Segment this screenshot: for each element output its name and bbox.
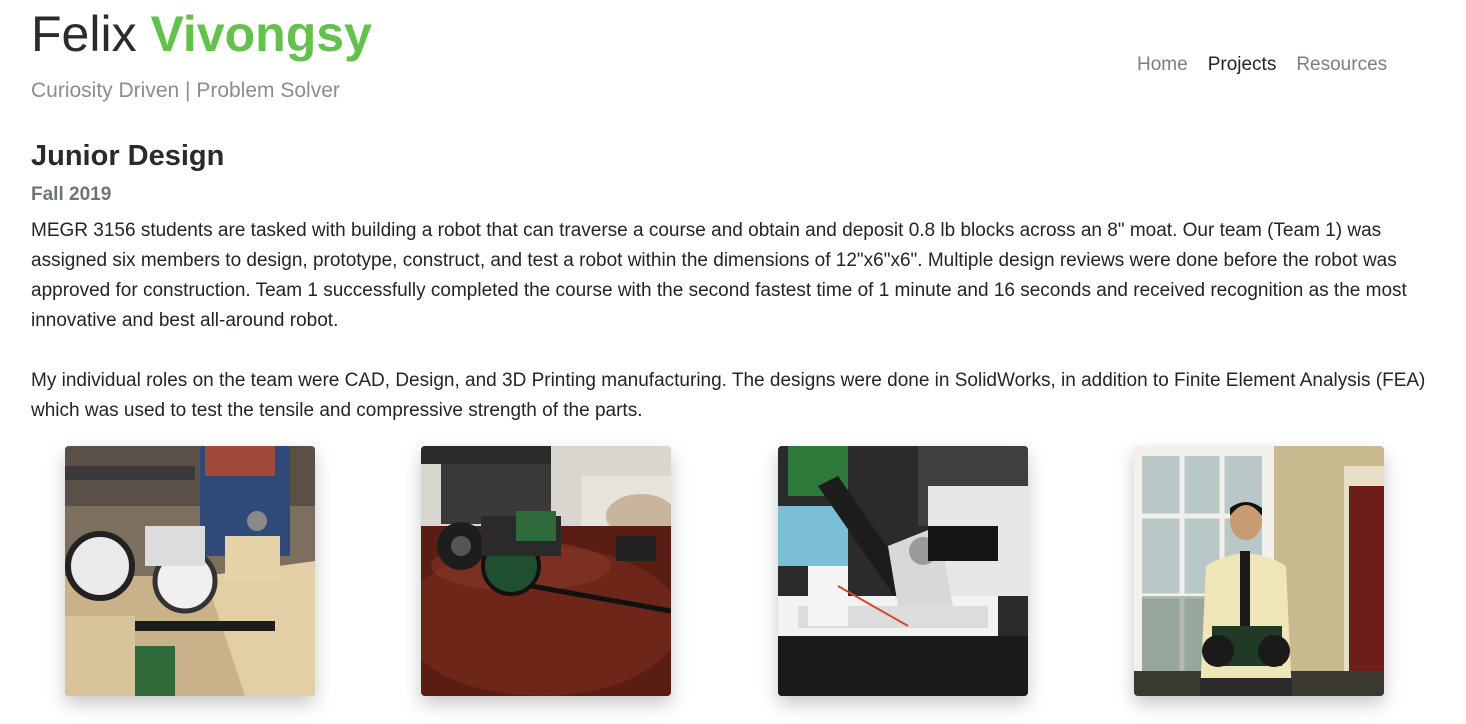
first-name: Felix <box>31 6 137 62</box>
site-brand: Felix Vivongsy Curiosity Driven | Proble… <box>31 6 372 103</box>
tagline: Curiosity Driven | Problem Solver <box>31 79 340 102</box>
project-term: Fall 2019 <box>31 184 112 205</box>
gallery-photo-3[interactable] <box>778 446 1028 696</box>
person-with-robot-photo <box>1134 446 1384 696</box>
project-section: Junior Design Fall 2019 MEGR 3156 studen… <box>31 138 1436 426</box>
robot-on-course-photo <box>65 446 315 696</box>
robot-on-table-photo <box>421 446 671 696</box>
nav-resources[interactable]: Resources <box>1296 54 1387 76</box>
gallery-photo-2[interactable] <box>421 446 671 696</box>
project-roles: My individual roles on the team were CAD… <box>31 370 1426 421</box>
robot-arm-closeup-photo <box>778 446 1028 696</box>
main-nav: Home Projects Resources <box>1137 54 1387 76</box>
nav-projects[interactable]: Projects <box>1208 54 1277 76</box>
project-title: Junior Design <box>31 140 225 172</box>
project-description: MEGR 3156 students are tasked with build… <box>31 220 1407 331</box>
gallery-photo-4[interactable] <box>1134 446 1384 696</box>
site-title[interactable]: Felix Vivongsy <box>31 6 372 62</box>
gallery-photo-1[interactable] <box>65 446 315 696</box>
last-name: Vivongsy <box>150 6 372 62</box>
nav-home[interactable]: Home <box>1137 54 1188 76</box>
